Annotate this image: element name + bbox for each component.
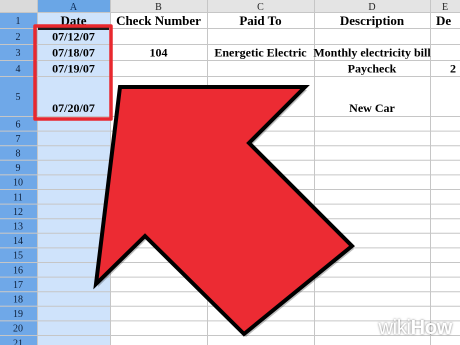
row-number-1: 1 [16, 16, 21, 27]
watermark-suffix: How [410, 317, 453, 339]
row-number-8: 8 [16, 149, 21, 160]
row-number-9: 9 [16, 163, 21, 174]
column-letter-e: E [442, 2, 448, 13]
cell-paid-to-row-3: Energetic Electric [214, 46, 307, 60]
column-letter-d: D [368, 2, 375, 13]
row-number-14: 14 [13, 236, 23, 247]
row-number-18: 18 [13, 295, 23, 306]
cell-date-row-2: 07/12/07 [52, 30, 95, 44]
row-number-19: 19 [13, 309, 23, 320]
header-cell-d: Description [340, 13, 405, 28]
select-all-corner[interactable] [0, 0, 37, 12]
header-cell-b: Check Number [116, 13, 201, 28]
row-number-7: 7 [16, 134, 21, 145]
row-number-3: 3 [16, 48, 21, 59]
cell-date-row-5: 07/20/07 [52, 101, 95, 115]
row-number-4: 4 [16, 64, 21, 75]
row-number-21: 21 [13, 338, 23, 345]
row-number-13: 13 [13, 222, 23, 233]
cell-description-row-5: New Car [349, 101, 395, 115]
column-letter-c: C [257, 2, 264, 13]
header-cell-c: Paid To [239, 13, 281, 28]
cell-description-row-4: Paycheck [348, 62, 397, 76]
row-number-20: 20 [13, 324, 23, 335]
row-number-16: 16 [13, 265, 23, 276]
watermark-prefix: wiki [378, 317, 411, 339]
row-number-2: 2 [16, 32, 21, 43]
column-letter-b: B [155, 2, 162, 13]
row-number-5: 5 [16, 92, 21, 103]
cell-date-row-3: 07/18/07 [52, 46, 95, 60]
cell-description-row-3: Monthly electricity bill [313, 46, 431, 60]
header-cell-e: De [436, 13, 451, 28]
cell-extra-row-4: 2 [450, 62, 456, 76]
row-number-17: 17 [13, 280, 23, 291]
row-number-6: 6 [16, 119, 21, 130]
row-number-11: 11 [13, 192, 23, 203]
cell-check-row-3: 104 [150, 46, 168, 60]
column-letter-a: A [70, 2, 78, 13]
wikihow-watermark: wikiHow [378, 317, 453, 340]
row-number-10: 10 [13, 178, 23, 189]
row-number-15: 15 [13, 251, 23, 262]
row-number-12: 12 [13, 207, 23, 218]
cell-date-row-4: 07/19/07 [52, 62, 95, 76]
